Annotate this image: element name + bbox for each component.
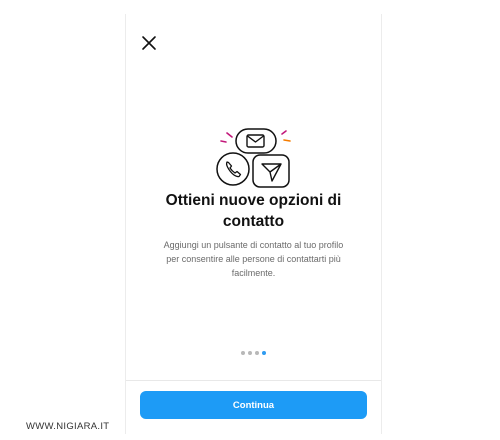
page: Ottieni nuove opzioni di contatto Aggiun… — [0, 0, 500, 440]
phone-icon — [216, 152, 250, 186]
description-line: Aggiungi un pulsante di contatto al tuo … — [163, 240, 344, 250]
site-watermark: WWW.NIGIARA.IT — [26, 421, 110, 432]
footer-divider — [126, 380, 381, 381]
page-dot — [255, 351, 259, 355]
page-dot-active — [262, 351, 266, 355]
message-bubble-icon — [235, 128, 277, 154]
close-button[interactable] — [140, 34, 158, 52]
description-line: per consentire alle persone di contattar… — [166, 254, 341, 264]
continue-button[interactable]: Continua — [140, 391, 367, 419]
page-dot — [241, 351, 245, 355]
screen-title: Ottieni nuove opzioni di contatto — [126, 190, 381, 232]
screen-description: Aggiungi un pulsante di contatto al tuo … — [148, 238, 359, 280]
contact-options-screen: Ottieni nuove opzioni di contatto Aggiun… — [125, 14, 382, 434]
page-indicator — [126, 351, 381, 355]
title-line: Ottieni nuove opzioni di — [165, 192, 342, 209]
hero-illustration — [212, 124, 294, 196]
title-line: contatto — [222, 213, 285, 230]
description-line: facilmente. — [231, 268, 276, 278]
page-dot — [248, 351, 252, 355]
direct-send-icon — [252, 154, 290, 188]
close-icon — [142, 36, 156, 50]
